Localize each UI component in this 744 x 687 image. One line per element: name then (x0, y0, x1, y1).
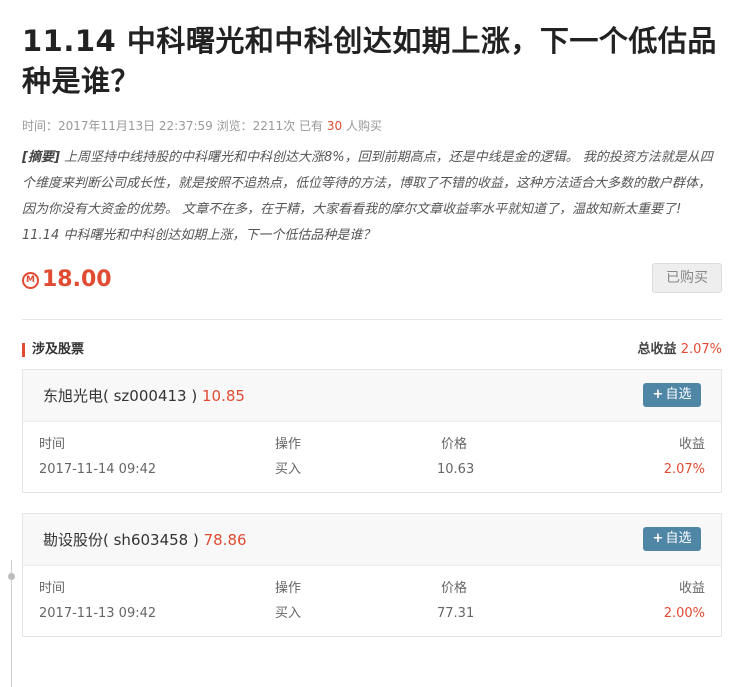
trade-profit: 2.00% (663, 606, 705, 621)
trade-time: 2017-11-13 09:42 (39, 606, 157, 621)
views-value: 2211次 (252, 119, 296, 133)
col-header-price: 价格 (441, 581, 468, 596)
trade-time: 2017-11-14 09:42 (39, 462, 157, 477)
trade-price: 10.63 (437, 462, 475, 477)
buyers-count: 30 (326, 119, 343, 133)
stock-current-price: 10.85 (201, 387, 245, 405)
total-profit-label: 总收益 (637, 342, 677, 357)
article-price: 18.00 (42, 267, 112, 292)
plus-icon: + (652, 531, 664, 546)
article-summary: [摘要] 上周坚持中线持股的中科曙光和中科创达大涨8%，回到前期高点，还是中线是… (22, 145, 722, 249)
trade-op: 买入 (275, 606, 302, 621)
views-label: 浏览： (216, 119, 253, 133)
stock-name[interactable]: 勘设股份( sh603458 ) 78.86 (43, 529, 247, 551)
mole-coin-icon: M (22, 272, 39, 289)
bought-button[interactable]: 已购买 (652, 263, 722, 293)
section-accent-bar (22, 343, 25, 357)
summary-tag: [摘要] (22, 150, 60, 165)
article-meta: 时间：2017年11月13日 22:37:59 浏览：2211次 已有 30 人… (22, 117, 722, 135)
summary-text: 上周坚持中线持股的中科曙光和中科创达大涨8%，回到前期高点，还是中线是金的逻辑。… (22, 150, 713, 243)
divider (22, 319, 722, 320)
col-header-profit: 收益 (678, 581, 705, 596)
trade-profit: 2.07% (663, 462, 705, 477)
total-profit-value: 2.07% (680, 342, 722, 357)
stock-card-header: 勘设股份( sh603458 ) 78.86 + 自选 (23, 514, 721, 566)
article-title: 11.14 中科曙光和中科创达如期上涨，下一个低估品种是谁？ (22, 24, 717, 98)
col-header-time: 时间 (39, 437, 66, 452)
col-header-op: 操作 (275, 581, 302, 596)
add-watchlist-label: 自选 (665, 531, 692, 546)
stock-name-text: 勘设股份( sh603458 ) (43, 531, 199, 549)
time-label: 时间： (22, 119, 59, 133)
add-watchlist-label: 自选 (665, 387, 692, 402)
stock-name[interactable]: 东旭光电( sz000413 ) 10.85 (43, 385, 245, 407)
buyers-prefix: 已有 (299, 119, 324, 133)
col-header-profit: 收益 (678, 437, 705, 452)
stock-name-text: 东旭光电( sz000413 ) (43, 387, 198, 405)
section-title: 涉及股票 (32, 342, 85, 357)
time-value: 2017年11月13日 22:37:59 (58, 119, 213, 133)
stock-card: 勘设股份( sh603458 ) 78.86 + 自选 时间 操作 价格 收益 2… (22, 513, 722, 637)
col-header-time: 时间 (39, 581, 66, 596)
plus-icon: + (652, 387, 664, 402)
stock-current-price: 78.86 (203, 531, 247, 549)
timeline-dot (8, 573, 15, 580)
stock-card-header: 东旭光电( sz000413 ) 10.85 + 自选 (23, 370, 721, 422)
col-header-price: 价格 (441, 437, 468, 452)
trade-price: 77.31 (437, 606, 475, 621)
trade-op: 买入 (275, 462, 302, 477)
total-profit: 总收益 2.07% (638, 340, 722, 360)
related-stocks-header: 涉及股票 总收益 2.07% (22, 340, 722, 360)
stock-card: 东旭光电( sz000413 ) 10.85 + 自选 时间 操作 价格 收益 2… (22, 369, 722, 493)
buyers-suffix: 人购买 (345, 119, 382, 133)
add-watchlist-button[interactable]: + 自选 (643, 383, 701, 407)
col-header-op: 操作 (275, 437, 302, 452)
add-watchlist-button[interactable]: + 自选 (643, 527, 701, 551)
article: 11.14 中科曙光和中科创达如期上涨，下一个低估品种是谁？ 时间：2017年1… (22, 0, 722, 360)
price-row: M 18.00 已购买 (22, 263, 722, 303)
